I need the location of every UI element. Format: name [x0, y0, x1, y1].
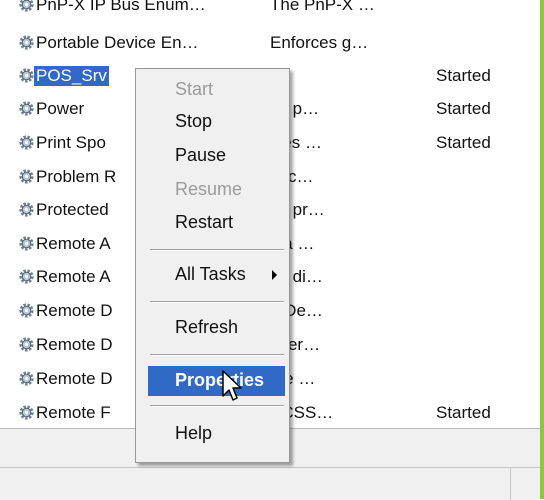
- service-name: PnP-X IP Bus Enum…: [36, 0, 206, 14]
- menu-separator: [150, 249, 284, 251]
- gear-icon: [18, 67, 35, 84]
- service-row[interactable]: PnP-X IP Bus Enum… The PnP-X …: [0, 0, 540, 18]
- menu-gutter: [136, 69, 146, 462]
- service-name: Remote A: [36, 234, 111, 253]
- gear-icon: [18, 34, 35, 51]
- menu-item-resume: Resume: [175, 179, 243, 199]
- service-name: Remote A: [36, 267, 111, 286]
- service-name: Remote D: [36, 301, 113, 320]
- service-name: Power: [36, 99, 85, 118]
- menu-item-pause[interactable]: Pause: [148, 141, 285, 171]
- service-name: Problem R: [36, 167, 117, 186]
- service-status: Started: [436, 99, 491, 118]
- gear-icon: [18, 235, 35, 252]
- menu-item-all-tasks[interactable]: All Tasks: [148, 260, 285, 290]
- gear-icon: [18, 100, 35, 117]
- status-pane-divider: [510, 468, 511, 500]
- service-name: Remote D: [36, 335, 113, 354]
- submenu-arrow-icon: [272, 270, 277, 280]
- menu-item-restart[interactable]: Restart: [148, 208, 285, 238]
- gear-icon: [18, 404, 35, 421]
- status-divider: [0, 467, 540, 468]
- service-description: Enforces g…: [270, 33, 369, 52]
- service-name: Print Spo: [36, 133, 106, 152]
- gear-icon: [18, 302, 35, 319]
- service-status: Started: [436, 133, 491, 152]
- service-status: Started: [436, 403, 491, 422]
- service-description: The PnP-X …: [270, 0, 375, 14]
- menu-item-help[interactable]: Help: [148, 419, 285, 449]
- gear-icon: [18, 201, 35, 218]
- service-row[interactable]: Portable Device En… Enforces g…: [0, 30, 540, 56]
- gear-icon: [18, 168, 35, 185]
- menu-item-stop[interactable]: Stop: [148, 107, 285, 137]
- service-name: Remote D: [36, 369, 113, 388]
- menu-item-refresh[interactable]: Refresh: [148, 313, 285, 343]
- context-menu: Start Stop Pause Resume Restart All Task…: [135, 68, 290, 463]
- service-name: Remote F: [36, 403, 111, 422]
- gear-icon: [18, 370, 35, 387]
- gear-icon: [18, 336, 35, 353]
- service-name: Portable Device En…: [36, 33, 199, 52]
- gear-icon: [18, 0, 35, 13]
- service-name: Protected: [36, 200, 109, 219]
- menu-separator: [150, 301, 284, 303]
- service-status: Started: [436, 66, 491, 85]
- gear-icon: [18, 268, 35, 285]
- menu-separator: [150, 405, 284, 407]
- menu-item-properties[interactable]: Properties: [148, 366, 285, 396]
- mouse-pointer-icon: [222, 370, 242, 401]
- service-name: POS_Srv: [34, 66, 109, 86]
- menu-separator: [150, 354, 284, 356]
- menu-item-start: Start: [175, 79, 214, 99]
- gear-icon: [18, 134, 35, 151]
